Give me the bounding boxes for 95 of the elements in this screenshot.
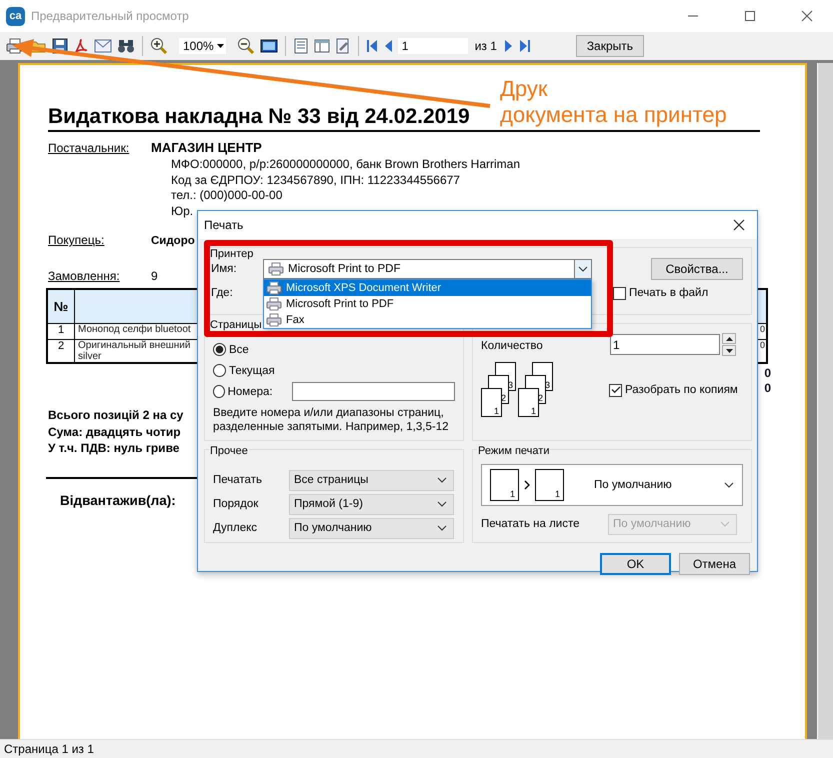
field-label: Печатать [213, 474, 263, 486]
close-icon[interactable] [733, 219, 745, 231]
caret-icon [726, 336, 732, 340]
annotation-text: документа на принтер [500, 102, 727, 128]
field-label: Замовлення: [48, 269, 121, 283]
supplier-detail: МФО:000000, р/р:260000000000, банк Brown Brothers Harriman [171, 157, 521, 172]
radio-button[interactable] [213, 364, 226, 377]
select-field[interactable]: Прямой (1-9) [289, 494, 454, 514]
maximize-icon[interactable] [744, 10, 756, 22]
monitor-icon[interactable] [260, 38, 278, 54]
column-header: № [48, 290, 75, 323]
field-label: Где: [211, 287, 234, 299]
field-label: Печатать на листе [481, 518, 581, 530]
table-cell: 1 [48, 324, 75, 339]
table-cell: 0 [760, 340, 765, 350]
caret-icon [726, 348, 732, 352]
window-title: Предварительный просмотр [31, 9, 189, 23]
printer-icon [268, 262, 284, 276]
zoom-out-icon[interactable] [236, 37, 255, 55]
amount-text: 0 [764, 366, 771, 381]
order-number: 9 [151, 269, 158, 283]
chevron-down-icon [720, 521, 730, 527]
zoom-dropdown[interactable]: 100% [179, 38, 226, 54]
page-list-icon[interactable] [292, 38, 309, 54]
radio-label: Текущая [229, 364, 276, 376]
total-text: Сума: двадцять чотир [48, 424, 181, 440]
radio-button[interactable] [213, 385, 225, 398]
chevron-down-icon [437, 477, 447, 483]
select-field[interactable]: Все страницы [289, 470, 454, 490]
buyer-name: Сидоро [151, 235, 195, 247]
table-cell: 2 [48, 340, 75, 362]
field-label: Дуплекс [213, 522, 258, 534]
previous-page-icon[interactable] [382, 39, 393, 53]
radio-button[interactable] [213, 343, 226, 356]
chevron-down-icon [437, 501, 447, 507]
page-numbers-field[interactable] [292, 382, 455, 401]
select-field[interactable]: По умолчанию [289, 518, 454, 538]
hint-text: Введите номера и/или диапазоны страниц, разделенные запятыми. Например, 1,3,5-12 [213, 406, 450, 434]
field-label: Имя: [211, 263, 238, 275]
table-cell: Оригинальный внешний silver [78, 340, 190, 362]
page-settings-icon[interactable] [334, 38, 351, 54]
field-label: Покупець: [48, 233, 106, 247]
dropdown-option[interactable]: Microsoft Print to PDF [264, 296, 591, 312]
dialog-title: Печать [204, 218, 244, 232]
checkbox-label: Печать в файл [629, 287, 708, 299]
checkbox[interactable] [613, 286, 626, 300]
chevron-down-icon [437, 525, 447, 531]
total-text: Всього позицій 2 на су [48, 407, 184, 424]
properties-button[interactable]: Свойства... [651, 258, 743, 280]
pdf-icon[interactable] [73, 38, 89, 54]
group-label: Прочее [209, 445, 249, 457]
zoom-in-icon[interactable] [150, 37, 168, 55]
dropdown-option[interactable]: Microsoft XPS Document Writer [264, 280, 591, 296]
table-cell: Монопод селфи bluetoot [78, 324, 191, 335]
group-label: Режим печати [477, 445, 550, 457]
annotation-text: Друк [500, 76, 549, 102]
checkbox[interactable] [609, 384, 622, 396]
dropdown-option[interactable]: Fax [264, 312, 591, 328]
binoculars-icon[interactable] [117, 38, 135, 54]
page-count: из 1 [474, 39, 497, 53]
copies-field[interactable]: 1 [610, 334, 720, 355]
app-logo: ca [6, 6, 25, 26]
field-label: Количество [481, 339, 544, 352]
table-cell: 0 [760, 324, 765, 334]
radio-label: Все [229, 344, 250, 356]
radio-label: Номера: [228, 386, 274, 398]
field-label: Порядок [213, 498, 260, 510]
supplier-detail: Код за ЄДРПОУ: 1234567890, ІПН: 11223344556677 [171, 172, 461, 188]
dialog-button[interactable]: OK [600, 553, 671, 575]
supplier-name: МАГАЗИН ЦЕНТР [151, 140, 262, 155]
spin-down-button[interactable] [722, 345, 736, 356]
close-button[interactable]: Закрыть [576, 35, 644, 57]
total-text: У т.ч. ПДВ: нуль гриве [48, 440, 180, 456]
checkbox-label: Разобрать по копиям [625, 384, 738, 396]
mail-icon[interactable] [94, 39, 112, 53]
last-page-icon[interactable] [518, 39, 531, 53]
supplier-detail: тел.: (000)000-00-00 [171, 188, 284, 204]
chevron-down-icon [578, 266, 588, 272]
scrollbar[interactable] [818, 63, 833, 739]
field-label: Постачальник: [48, 141, 130, 155]
page-number-field[interactable]: 1 [398, 38, 468, 54]
print-mode-dropdown[interactable]: 1 1 По умолчанию [481, 464, 743, 506]
page-layout-icon[interactable] [314, 38, 330, 54]
close-icon[interactable] [801, 10, 813, 22]
chevron-down-icon [724, 482, 734, 488]
dialog-button[interactable]: Отмена [679, 553, 750, 575]
status-text: Страница 1 из 1 [4, 742, 94, 756]
next-page-icon[interactable] [504, 39, 514, 53]
amount-text: 0 [764, 381, 771, 396]
first-page-icon[interactable] [366, 39, 378, 53]
printer-icon [266, 297, 282, 311]
spin-up-button[interactable] [722, 333, 736, 344]
caret-icon [216, 44, 224, 48]
printer-dropdown[interactable]: Microsoft Print to PDF [263, 259, 592, 279]
supplier-detail: Юр. [171, 204, 194, 219]
